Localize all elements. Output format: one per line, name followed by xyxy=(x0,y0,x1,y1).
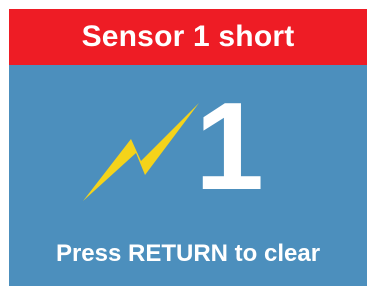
sensor-number: 1 xyxy=(195,78,264,216)
alert-header: Sensor 1 short xyxy=(9,9,367,65)
alert-title: Sensor 1 short xyxy=(81,20,295,53)
lightning-bolt-icon xyxy=(83,103,199,201)
alert-screen: Sensor 1 short 1 Press RETURN to clear xyxy=(9,9,367,286)
clear-instruction: Press RETURN to clear xyxy=(55,240,321,267)
